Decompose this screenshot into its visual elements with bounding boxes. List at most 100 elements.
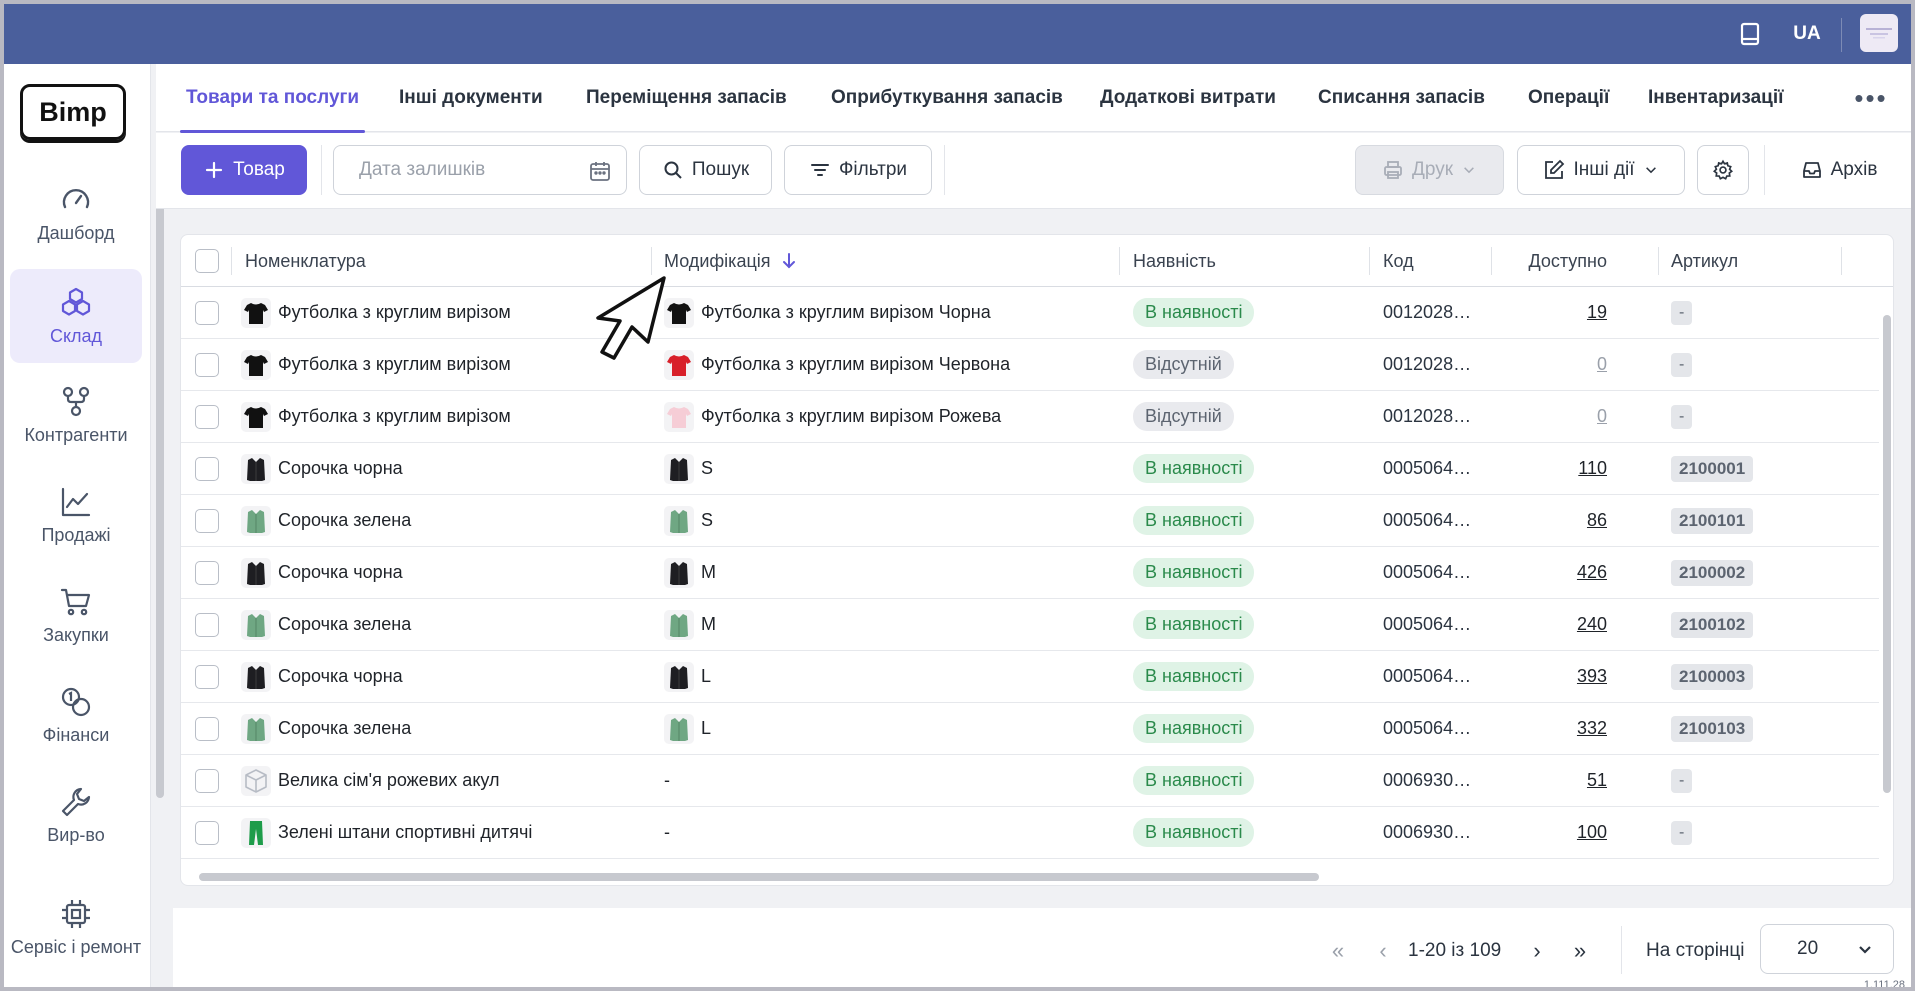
row-checkbox[interactable] [195, 768, 219, 793]
row-checkbox[interactable] [195, 404, 219, 429]
sidebar-item-purchases[interactable]: Закупки [10, 568, 142, 662]
name-cell[interactable]: Сорочка чорна [241, 547, 403, 598]
column-header-available[interactable]: Доступно [1497, 235, 1607, 287]
archive-button[interactable]: Архів [1776, 145, 1902, 195]
sidebar-item-counterparties[interactable]: Контрагенти [10, 368, 142, 462]
row-checkbox[interactable] [195, 560, 219, 585]
available-link[interactable]: 332 [1577, 718, 1607, 739]
available-link[interactable]: 0 [1597, 354, 1607, 375]
per-page-select[interactable]: 20 [1760, 924, 1894, 974]
name-cell[interactable]: Сорочка чорна [241, 443, 403, 494]
logo[interactable]: Bimp [20, 84, 126, 140]
available-link[interactable]: 240 [1577, 614, 1607, 635]
sidebar-item-warehouse[interactable]: Склад [10, 269, 142, 363]
modification-cell[interactable]: M [664, 547, 716, 598]
name-cell[interactable]: Футболка з круглим вирізом [241, 287, 511, 338]
calendar-icon[interactable] [588, 159, 612, 183]
name-cell[interactable]: Футболка з круглим вирізом [241, 339, 511, 390]
column-header-name[interactable]: Номенклатура [245, 235, 366, 287]
tab-operations[interactable]: Операції [1528, 64, 1609, 132]
table-row[interactable]: Сорочка чорна S В наявності 0005064… 110… [181, 443, 1879, 495]
modification-cell[interactable]: - [664, 807, 670, 858]
table-row[interactable]: Сорочка зелена S В наявності 0005064… 86… [181, 495, 1879, 547]
available-link[interactable]: 86 [1587, 510, 1607, 531]
name-cell[interactable]: Зелені штани спортивні дитячі [241, 807, 532, 858]
language-switch[interactable]: UA [1782, 4, 1832, 64]
row-checkbox[interactable] [195, 508, 219, 533]
column-header-modification[interactable]: Модифікація [664, 235, 799, 287]
first-page-icon[interactable]: « [1323, 936, 1353, 966]
table-row[interactable]: Футболка з круглим вирізом Футболка з кр… [181, 339, 1879, 391]
table-row[interactable]: Футболка з круглим вирізом Футболка з кр… [181, 391, 1879, 443]
sidebar-item-finance[interactable]: Фінанси [10, 668, 142, 762]
available-link[interactable]: 393 [1577, 666, 1607, 687]
stock-date-input[interactable] [359, 159, 579, 181]
name-cell[interactable]: Сорочка зелена [241, 703, 411, 754]
row-checkbox[interactable] [195, 456, 219, 481]
available-link[interactable]: 426 [1577, 562, 1607, 583]
table-row[interactable]: Сорочка зелена M В наявності 0005064… 24… [181, 599, 1879, 651]
print-button[interactable]: Друк [1355, 145, 1504, 195]
modification-cell[interactable]: - [664, 755, 670, 806]
other-actions-button[interactable]: Інші дії [1517, 145, 1685, 195]
sidebar-scrollbar[interactable] [156, 176, 164, 798]
row-checkbox[interactable] [195, 300, 219, 325]
tab-stock-receipts[interactable]: Оприбуткування запасів [831, 64, 1063, 132]
tab-other-documents[interactable]: Інші документи [399, 64, 543, 132]
column-header-article[interactable]: Артикул [1671, 235, 1738, 287]
row-checkbox[interactable] [195, 612, 219, 637]
column-divider[interactable] [1658, 247, 1659, 275]
sidebar-item-production[interactable]: Вир-во [10, 768, 142, 862]
table-row[interactable]: Футболка з круглим вирізом Футболка з кр… [181, 287, 1879, 339]
more-tabs-icon[interactable]: ••• [1846, 82, 1896, 114]
column-header-availability[interactable]: Наявність [1133, 235, 1216, 287]
modification-cell[interactable]: L [664, 703, 711, 754]
name-cell[interactable]: Сорочка чорна [241, 651, 403, 702]
add-product-button[interactable]: Товар [181, 145, 307, 195]
filters-button[interactable]: Фільтри [784, 145, 932, 195]
modification-cell[interactable]: S [664, 495, 713, 546]
sidebar-item-sales[interactable]: Продажі [10, 468, 142, 562]
tab-additional-costs[interactable]: Додаткові витрати [1100, 64, 1276, 132]
select-all-checkbox[interactable] [195, 249, 219, 273]
last-page-icon[interactable]: » [1565, 936, 1595, 966]
row-checkbox[interactable] [195, 820, 219, 845]
row-checkbox[interactable] [195, 352, 219, 377]
tab-stock-transfers[interactable]: Переміщення запасів [586, 64, 787, 132]
table-row[interactable]: Сорочка зелена L В наявності 0005064… 33… [181, 703, 1879, 755]
tab-goods-services[interactable]: Товари та послуги [179, 64, 366, 133]
name-cell[interactable]: Велика сім'я рожевих акул [241, 755, 500, 806]
available-link[interactable]: 51 [1587, 770, 1607, 791]
available-link[interactable]: 100 [1577, 822, 1607, 843]
settings-button[interactable] [1697, 145, 1749, 195]
modification-cell[interactable]: Футболка з круглим вирізом Чорна [664, 287, 991, 338]
stock-date-field[interactable] [333, 145, 627, 195]
column-divider[interactable] [1369, 247, 1370, 275]
available-link[interactable]: 19 [1587, 302, 1607, 323]
name-cell[interactable]: Сорочка зелена [241, 495, 411, 546]
available-link[interactable]: 110 [1578, 458, 1607, 479]
table-vertical-scrollbar[interactable] [1883, 315, 1891, 793]
table-horizontal-scrollbar[interactable] [199, 873, 1319, 881]
column-divider[interactable] [1119, 247, 1120, 275]
modification-cell[interactable]: L [664, 651, 711, 702]
tab-inventories[interactable]: Інвентаризації [1648, 64, 1783, 132]
table-row[interactable]: Сорочка чорна M В наявності 0005064… 426… [181, 547, 1879, 599]
book-icon[interactable] [1730, 4, 1770, 64]
next-page-icon[interactable]: › [1525, 936, 1549, 966]
column-header-code[interactable]: Код [1383, 235, 1414, 287]
row-checkbox[interactable] [195, 664, 219, 689]
available-link[interactable]: 0 [1597, 406, 1607, 427]
column-divider[interactable] [1491, 247, 1492, 275]
search-button[interactable]: Пошук [639, 145, 772, 195]
sidebar-item-service[interactable]: Сервіс і ремонт [10, 872, 142, 982]
column-divider[interactable] [1841, 247, 1842, 275]
table-row[interactable]: Сорочка чорна L В наявності 0005064… 393… [181, 651, 1879, 703]
sort-desc-icon[interactable] [779, 251, 799, 271]
modification-cell[interactable]: Футболка з круглим вирізом Рожева [664, 391, 1001, 442]
modification-cell[interactable]: S [664, 443, 713, 494]
row-checkbox[interactable] [195, 716, 219, 741]
column-divider[interactable] [651, 247, 652, 275]
modification-cell[interactable]: M [664, 599, 716, 650]
avatar[interactable] [1860, 14, 1898, 52]
